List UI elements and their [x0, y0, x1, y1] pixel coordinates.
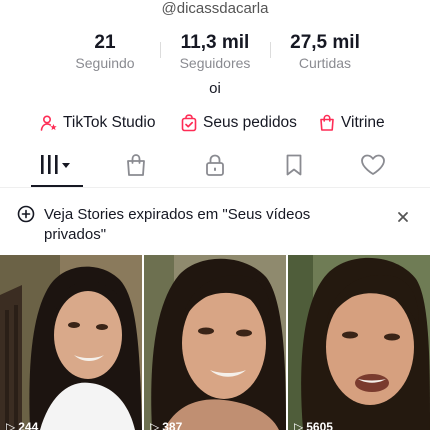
stat-following[interactable]: 21 Seguindo [50, 32, 160, 72]
view-count: ▷ 244 [6, 420, 38, 430]
showcase-label: Vitrine [341, 114, 385, 131]
play-icon: ▷ [6, 420, 16, 430]
stat-likes-label: Curtidas [298, 55, 352, 71]
video-thumbnail[interactable]: ▷ 387 [144, 255, 286, 430]
tab-saved[interactable] [264, 148, 324, 186]
orders-label: Seus pedidos [203, 114, 297, 131]
video-thumbnail[interactable]: ▷ 244 [0, 255, 142, 430]
tab-liked[interactable] [343, 148, 403, 186]
play-icon: ▷ [294, 420, 304, 430]
profile-tabs [0, 148, 430, 188]
video-thumbnail[interactable]: ▷ 5605 [288, 255, 430, 430]
videos-grid-icon [37, 154, 77, 181]
stat-followers-value: 11,3 mil [180, 32, 250, 53]
person-star-icon [40, 114, 58, 132]
stat-likes[interactable]: 27,5 mil Curtidas [270, 32, 380, 72]
shopping-bag-icon [318, 114, 336, 132]
tiktok-studio-label: TikTok Studio [63, 114, 156, 131]
view-count-value: 387 [162, 420, 183, 430]
heart-icon [360, 153, 386, 182]
bookmark-icon [282, 153, 306, 182]
banner-text: Veja Stories expirados em "Seus vídeos p… [44, 206, 311, 243]
tabs-divider [0, 187, 430, 188]
stat-followers[interactable]: 11,3 mil Seguidores [160, 32, 270, 72]
view-count-value: 5605 [306, 420, 333, 430]
profile-bio: oi [209, 80, 221, 97]
stat-following-value: 21 [94, 32, 116, 53]
profile-stats: 21 Seguindo 11,3 mil Seguidores 27,5 mil… [0, 32, 430, 72]
stat-likes-value: 27,5 mil [290, 32, 360, 53]
tab-private[interactable] [185, 148, 245, 186]
showcase-link[interactable]: Vitrine [318, 112, 385, 134]
stat-followers-label: Seguidores [179, 55, 251, 71]
tiktok-studio-link[interactable]: TikTok Studio [40, 112, 155, 134]
play-icon: ▷ [150, 420, 160, 430]
video-grid: ▷ 244 ▷ 387 ▷ 5605 [0, 255, 430, 430]
shop-bag-icon [124, 153, 148, 182]
stat-following-label: Seguindo [75, 55, 135, 71]
view-count-value: 244 [18, 420, 39, 430]
view-count: ▷ 387 [150, 420, 182, 430]
profile-handle: @dicassdacarla [161, 0, 269, 17]
orders-link[interactable]: Seus pedidos [180, 112, 297, 134]
add-circle-icon [17, 205, 35, 228]
view-count: ▷ 5605 [294, 420, 333, 430]
tab-videos[interactable] [27, 148, 87, 186]
lock-icon [203, 153, 227, 182]
close-icon[interactable] [394, 208, 412, 226]
stories-banner[interactable]: Veja Stories expirados em "Seus vídeos p… [0, 193, 430, 253]
order-bag-icon [180, 114, 198, 132]
tab-shop[interactable] [106, 148, 166, 186]
profile-links: TikTok Studio Seus pedidos Vitrine [0, 112, 430, 134]
